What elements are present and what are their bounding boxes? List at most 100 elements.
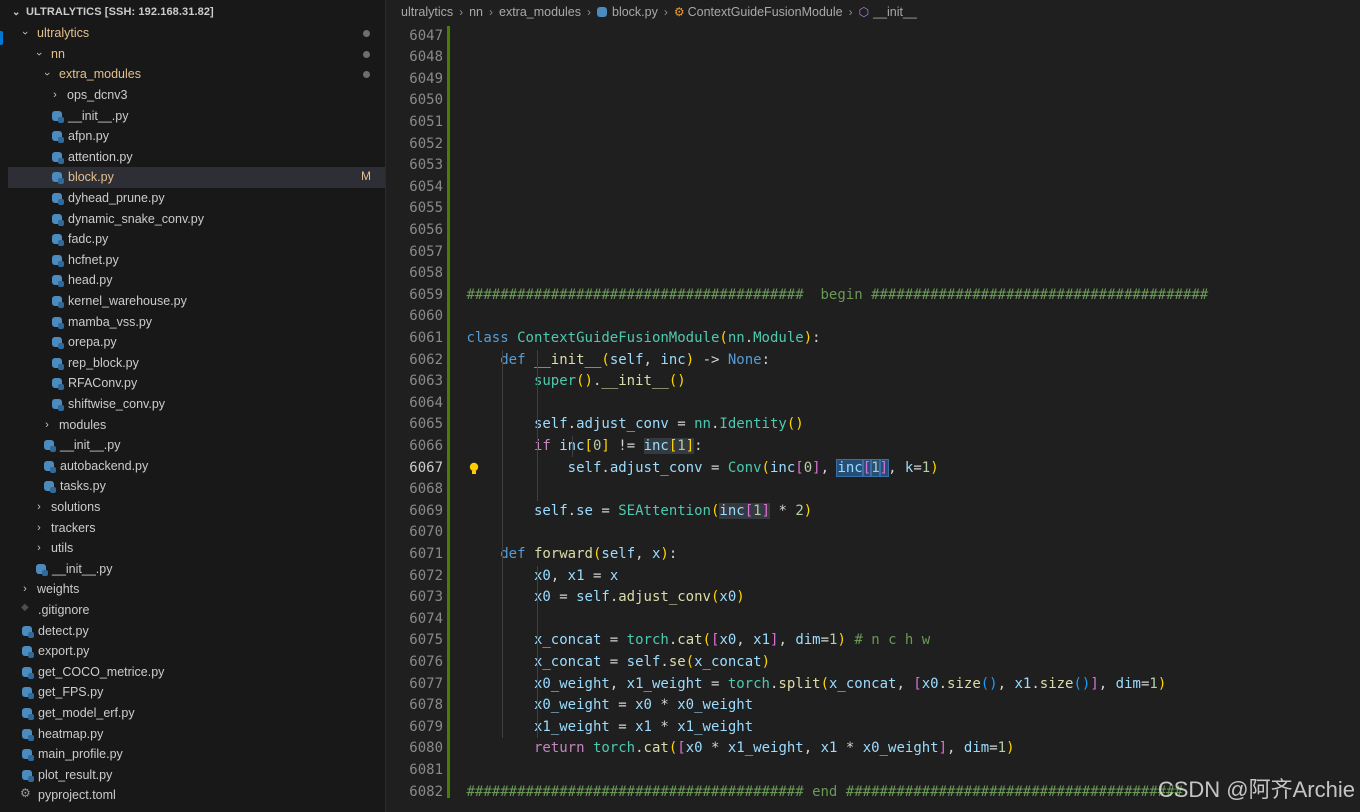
- code-line[interactable]: 6065 self.adjust_conv = nn.Identity(): [387, 414, 1360, 436]
- tree-item-label: modules: [59, 417, 107, 432]
- code-line[interactable]: 6054: [387, 177, 1360, 199]
- code-editor[interactable]: 6047 6048 6049 6050 6051 6052 6053 6054 6055 6056…: [387, 24, 1360, 812]
- code-line[interactable]: 6047: [387, 26, 1360, 48]
- code-line[interactable]: 6067 self.adjust_conv = Conv(inc[0], inc…: [387, 458, 1360, 480]
- code-token: ]: [938, 740, 948, 757]
- tree-item-label: pyproject.toml: [38, 788, 116, 803]
- code-line[interactable]: 6049: [387, 69, 1360, 91]
- code-token: size: [1039, 675, 1074, 692]
- folder-item[interactable]: › ultralytics: [8, 23, 385, 44]
- code-token: x_concat: [694, 653, 762, 670]
- folder-item[interactable]: › extra_modules: [8, 64, 385, 85]
- file-item[interactable]: pyproject.toml: [8, 785, 385, 806]
- file-item[interactable]: __init__.py: [8, 435, 385, 456]
- breadcrumb-method[interactable]: __init__: [873, 5, 917, 19]
- file-item[interactable]: plot_result.py: [8, 765, 385, 786]
- code-token: ): [837, 632, 846, 649]
- file-item[interactable]: detect.py: [8, 620, 385, 641]
- code-line[interactable]: 6077 x0_weight, x1_weight = torch.split(…: [387, 674, 1360, 696]
- explorer-section-header[interactable]: ⌄ ULTRALYTICS [SSH: 192.168.31.82]: [8, 2, 385, 22]
- file-item[interactable]: tasks.py: [8, 476, 385, 497]
- file-item[interactable]: export.py: [8, 641, 385, 662]
- code-line[interactable]: 6073 x0 = self.adjust_conv(x0): [387, 587, 1360, 609]
- code-line[interactable]: 6080 return torch.cat([x0 * x1_weight, x…: [387, 738, 1360, 760]
- code-line[interactable]: 6078 x0_weight = x0 * x0_weight: [387, 695, 1360, 717]
- activity-edge: [0, 0, 8, 812]
- tree-item-label: __init__.py: [60, 438, 121, 453]
- code-line[interactable]: 6053: [387, 155, 1360, 177]
- code-token: adjust_conv: [576, 416, 669, 433]
- code-token: self: [601, 545, 636, 562]
- folder-item[interactable]: › utils: [8, 538, 385, 559]
- code-line[interactable]: 6060: [387, 306, 1360, 328]
- file-item[interactable]: head.py: [8, 270, 385, 291]
- file-item[interactable]: mamba_vss.py: [8, 311, 385, 332]
- breadcrumb-ultralytics[interactable]: ultralytics: [401, 5, 453, 19]
- line-number: 6053: [409, 157, 443, 174]
- code-line[interactable]: 6058: [387, 263, 1360, 285]
- file-item[interactable]: .gitignore: [8, 600, 385, 621]
- file-item[interactable]: dyhead_prune.py: [8, 188, 385, 209]
- code-line[interactable]: 6051: [387, 112, 1360, 134]
- file-item[interactable]: attention.py: [8, 147, 385, 168]
- code-line[interactable]: 6076 x_concat = self.se(x_concat): [387, 652, 1360, 674]
- code-line[interactable]: 6052: [387, 134, 1360, 156]
- code-line[interactable]: 6066 if inc[0] != inc[1]:: [387, 436, 1360, 458]
- file-item[interactable]: shiftwise_conv.py: [8, 394, 385, 415]
- code-token: x1: [1014, 675, 1032, 692]
- folder-item[interactable]: › solutions: [8, 497, 385, 518]
- code-line[interactable]: 6072 x0, x1 = x: [387, 566, 1360, 588]
- breadcrumb-class[interactable]: ContextGuideFusionModule: [688, 5, 843, 19]
- code-line[interactable]: 6069 self.se = SEAttention(inc[1] * 2): [387, 501, 1360, 523]
- file-item[interactable]: get_model_erf.py: [8, 703, 385, 724]
- code-line[interactable]: 6063 super().__init__(): [387, 371, 1360, 393]
- code-line[interactable]: 6059 ####################################…: [387, 285, 1360, 307]
- file-item[interactable]: RFAConv.py: [8, 373, 385, 394]
- file-item[interactable]: heatmap.py: [8, 723, 385, 744]
- code-line[interactable]: 6074: [387, 609, 1360, 631]
- file-item[interactable]: __init__.py: [8, 559, 385, 580]
- file-item[interactable]: fadc.py: [8, 229, 385, 250]
- code-line[interactable]: 6071 def forward(self, x):: [387, 544, 1360, 566]
- line-number: 6082: [409, 783, 443, 800]
- code-token: __init__: [601, 373, 669, 390]
- tree-item-label: .gitignore: [38, 603, 90, 618]
- code-token: (: [685, 653, 695, 670]
- code-line[interactable]: 6068: [387, 479, 1360, 501]
- code-line[interactable]: 6056: [387, 220, 1360, 242]
- file-item[interactable]: autobackend.py: [8, 456, 385, 477]
- file-item[interactable]: orepa.py: [8, 332, 385, 353]
- code-line[interactable]: 6057: [387, 242, 1360, 264]
- file-item[interactable]: afpn.py: [8, 126, 385, 147]
- code-line[interactable]: 6048: [387, 47, 1360, 69]
- breadcrumb-file[interactable]: block.py: [612, 5, 658, 19]
- file-item[interactable]: main_profile.py: [8, 744, 385, 765]
- code-line[interactable]: 6050: [387, 90, 1360, 112]
- code-line[interactable]: 6062 def __init__(self, inc) -> None:: [387, 350, 1360, 372]
- code-line[interactable]: 6079 x1_weight = x1 * x1_weight: [387, 717, 1360, 739]
- folder-item[interactable]: › modules: [8, 414, 385, 435]
- file-item[interactable]: dynamic_snake_conv.py: [8, 208, 385, 229]
- file-item[interactable]: kernel_warehouse.py: [8, 291, 385, 312]
- code-token: return: [533, 740, 585, 757]
- file-item[interactable]: hcfnet.py: [8, 250, 385, 271]
- code-line[interactable]: 6055: [387, 198, 1360, 220]
- file-item[interactable]: get_FPS.py: [8, 682, 385, 703]
- code-line[interactable]: 6061 class ContextGuideFusionModule(nn.Mo…: [387, 328, 1360, 350]
- python-file-icon: [22, 728, 34, 741]
- file-item[interactable]: get_COCO_metrice.py: [8, 662, 385, 683]
- code-line[interactable]: 6070: [387, 522, 1360, 544]
- code-line[interactable]: 6064: [387, 393, 1360, 415]
- tree-item-label: orepa.py: [68, 335, 117, 350]
- code-line[interactable]: 6075 x_concat = torch.cat([x0, x1], dim=…: [387, 630, 1360, 652]
- file-item[interactable]: rep_block.py: [8, 353, 385, 374]
- folder-item[interactable]: › trackers: [8, 517, 385, 538]
- file-item[interactable]: block.py M: [8, 167, 385, 188]
- file-item[interactable]: __init__.py: [8, 105, 385, 126]
- folder-item[interactable]: › ops_dcnv3: [8, 85, 385, 106]
- breadcrumb-nn[interactable]: nn: [469, 5, 483, 19]
- folder-item[interactable]: › nn: [8, 44, 385, 65]
- breadcrumb-extra-modules[interactable]: extra_modules: [499, 5, 581, 19]
- folder-item[interactable]: › weights: [8, 579, 385, 600]
